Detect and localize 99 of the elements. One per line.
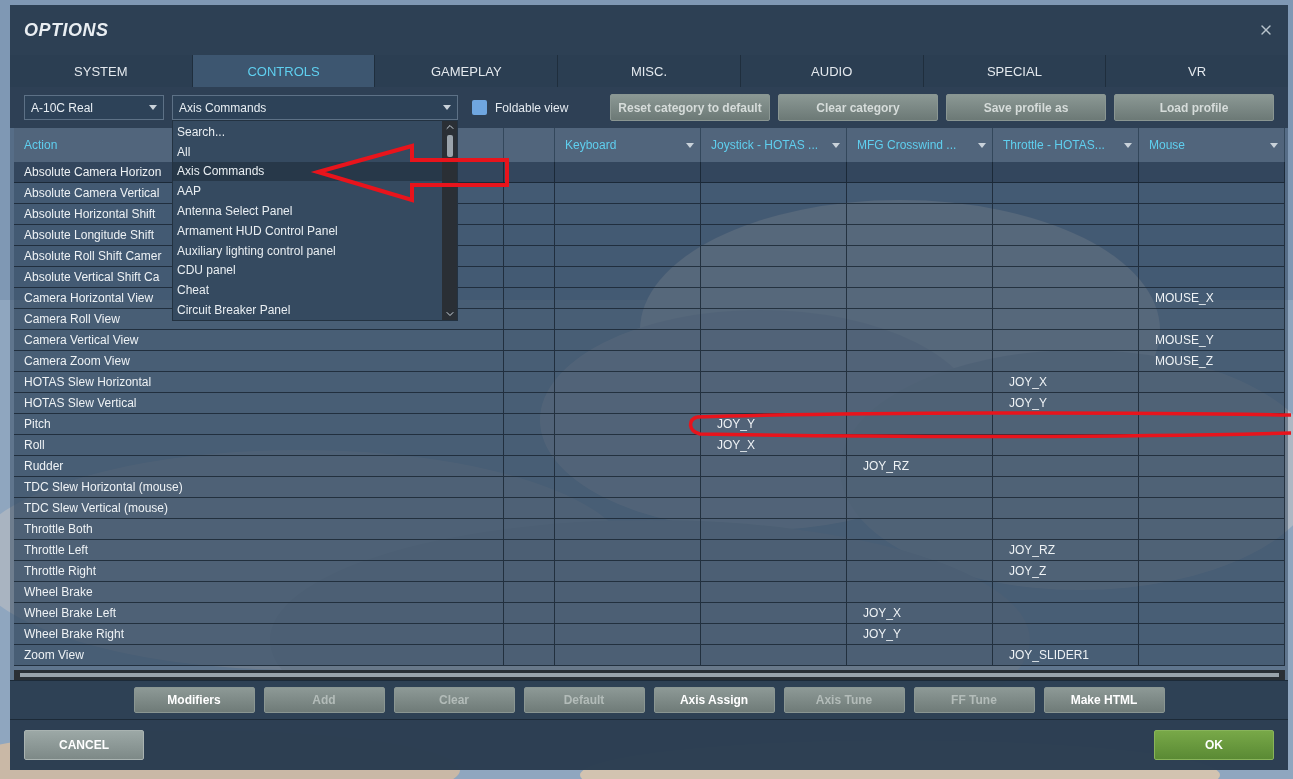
action-label[interactable]: Wheel Brake Right	[24, 627, 125, 641]
category-dropdown[interactable]: Axis Commands	[172, 95, 458, 120]
list-item[interactable]: All	[173, 141, 442, 162]
action-label[interactable]: Camera Roll View	[24, 312, 120, 326]
table-cell	[504, 372, 555, 393]
window-title: OPTIONS	[24, 19, 109, 41]
column-header[interactable]: Throttle - HOTAS...	[993, 128, 1139, 162]
caret-icon	[443, 105, 451, 110]
table-cell	[504, 204, 555, 225]
tab[interactable]: AUDIO	[740, 55, 923, 87]
table-cell: JOY_Z	[993, 561, 1139, 582]
column-header[interactable]: Joystick - HOTAS ...	[701, 128, 847, 162]
table-cell: MOUSE_Z	[1139, 351, 1285, 372]
action-label[interactable]: Camera Horizontal View	[24, 291, 154, 305]
caret-icon	[1124, 142, 1132, 148]
action-label[interactable]: HOTAS Slew Horizontal	[24, 375, 152, 389]
table-cell	[504, 645, 555, 666]
ok-button[interactable]: OK	[1154, 730, 1274, 760]
table-cell: JOY_Y	[701, 414, 847, 435]
list-item[interactable]: Auxiliary lighting control panel	[173, 240, 442, 261]
action-label[interactable]: Absolute Roll Shift Camer	[24, 249, 162, 263]
list-item[interactable]: Antenna Select Panel	[173, 201, 442, 221]
tab[interactable]: GAMEPLAY	[375, 55, 558, 87]
table-cell: JOY_SLIDER1	[993, 645, 1139, 666]
action-label[interactable]: Absolute Vertical Shift Ca	[24, 270, 160, 284]
action-label[interactable]: Roll	[24, 438, 45, 452]
table-cell	[504, 246, 555, 267]
action-button[interactable]: Axis Assign	[653, 687, 775, 713]
list-item[interactable]: Cheat	[173, 280, 442, 301]
column-header[interactable]: MFG Crosswind ...	[847, 128, 993, 162]
action-label[interactable]: Camera Vertical View	[24, 333, 139, 347]
action-label[interactable]: Throttle Right	[24, 564, 97, 578]
table-cell	[504, 351, 555, 372]
list-item[interactable]: AAP	[173, 181, 442, 202]
list-item[interactable]: Axis Commands	[173, 161, 442, 182]
table-cell	[504, 498, 555, 519]
action-label[interactable]: Rudder	[24, 459, 64, 473]
column-header[interactable]: Keyboard	[555, 128, 701, 162]
column-header[interactable]: Mouse	[1139, 128, 1285, 162]
table-cell: MOUSE_X	[1139, 288, 1285, 309]
action-label[interactable]: Camera Zoom View	[24, 354, 130, 368]
action-label[interactable]: Absolute Camera Vertical	[24, 186, 160, 200]
list-item[interactable]: CDU panel	[173, 260, 442, 281]
checkbox-label: Foldable view	[495, 100, 569, 115]
action-label[interactable]: Zoom View	[24, 648, 84, 662]
table-cell	[504, 393, 555, 414]
table-cell	[504, 288, 555, 309]
table-cell	[504, 183, 555, 204]
table-cell: JOY_RZ	[993, 540, 1139, 561]
action-button[interactable]: Make HTML	[1043, 687, 1165, 713]
action-label[interactable]: TDC Slew Vertical (mouse)	[24, 501, 169, 515]
table-cell	[504, 603, 555, 624]
action-button[interactable]: Modifiers	[133, 687, 255, 713]
list-item[interactable]: Circuit Breaker Panel	[173, 300, 442, 320]
tab[interactable]: SPECIAL	[923, 55, 1106, 87]
caret-icon	[149, 105, 157, 110]
table-cell: JOY_RZ	[847, 456, 993, 477]
action-label[interactable]: Wheel Brake	[24, 585, 93, 599]
table-cell	[504, 309, 555, 330]
table-cell	[504, 267, 555, 288]
tab[interactable]: CONTROLS	[192, 55, 375, 87]
tab[interactable]: SYSTEM	[10, 55, 192, 87]
table-cell: MOUSE_Y	[1139, 330, 1285, 351]
list-item[interactable]: Search...	[173, 122, 442, 142]
table-cell	[504, 225, 555, 246]
table-cell: JOY_Y	[847, 624, 993, 645]
action-label[interactable]: Absolute Longitude Shift	[24, 228, 155, 242]
action-label[interactable]: Absolute Horizontal Shift	[24, 207, 156, 221]
action-label[interactable]: Wheel Brake Left	[24, 606, 117, 620]
checkbox[interactable]	[472, 100, 487, 115]
scrollbar[interactable]	[442, 121, 457, 320]
aircraft-dropdown[interactable]: A-10C Real	[24, 95, 164, 120]
caret-icon	[978, 142, 986, 148]
table-cell: JOY_X	[993, 372, 1139, 393]
table-cell: JOY_X	[847, 603, 993, 624]
caret-icon	[1270, 142, 1278, 148]
table-cell	[504, 477, 555, 498]
table-cell	[504, 561, 555, 582]
caret-icon	[686, 142, 694, 148]
table-cell	[504, 624, 555, 645]
table-cell: JOY_X	[701, 435, 847, 456]
list-item[interactable]: Armament HUD Control Panel	[173, 221, 442, 241]
tab[interactable]: MISC.	[558, 55, 740, 87]
action-label[interactable]: Pitch	[24, 417, 51, 431]
action-label[interactable]: Throttle Both	[24, 522, 93, 536]
table-cell	[504, 519, 555, 540]
table-cell	[504, 456, 555, 477]
caret-icon	[832, 142, 840, 148]
action-label[interactable]: Throttle Left	[24, 543, 89, 557]
tab[interactable]: VR	[1106, 55, 1288, 87]
action-label[interactable]: Absolute Camera Horizon	[24, 165, 162, 179]
table-cell	[504, 330, 555, 351]
table-cell	[504, 540, 555, 561]
action-label[interactable]: HOTAS Slew Vertical	[24, 396, 137, 410]
table-cell	[504, 582, 555, 603]
table-cell	[504, 414, 555, 435]
table-cell	[504, 435, 555, 456]
scrollbar[interactable]	[14, 670, 1285, 680]
table-cell: JOY_Y	[993, 393, 1139, 414]
